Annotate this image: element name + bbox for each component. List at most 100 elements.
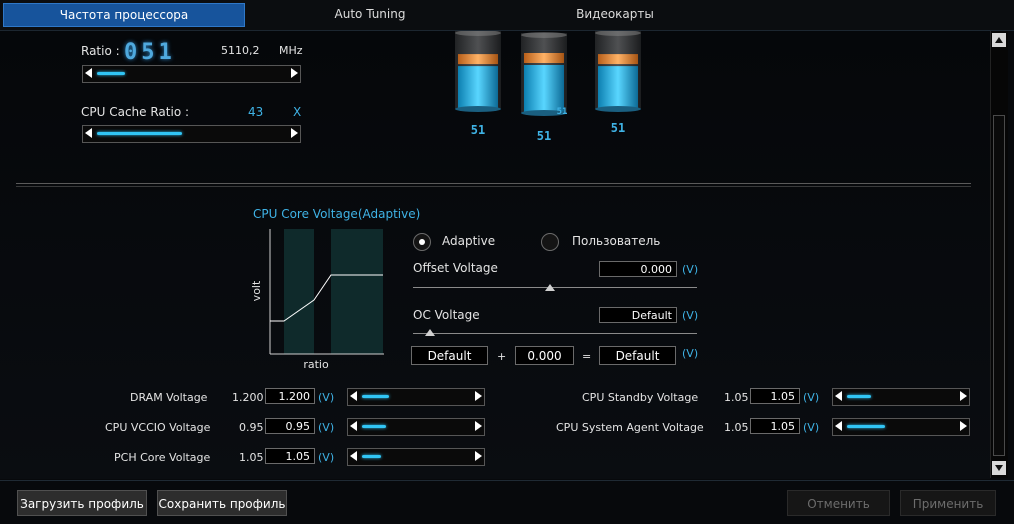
- bottom-bar: Загрузить профиль Сохранить профиль Отме…: [0, 480, 1014, 524]
- arrow-down-icon: [995, 465, 1003, 471]
- cpu-standby-voltage-slider[interactable]: [832, 388, 970, 406]
- cpu-standby-voltage-label: CPU Standby Voltage: [582, 391, 699, 404]
- oc-voltage-slider-thumb[interactable]: [425, 329, 435, 336]
- pch-core-voltage-input[interactable]: 1.05: [265, 448, 315, 464]
- cache-ratio-unit: X: [293, 105, 302, 119]
- pch-core-voltage-slider-level: [362, 455, 381, 458]
- core-cylinder-fill: [524, 65, 564, 113]
- cpu-system-agent-voltage-value: 1.05: [724, 421, 749, 434]
- cache-ratio-label: CPU Cache Ratio :: [81, 105, 190, 119]
- cancel-button[interactable]: Отменить: [787, 490, 890, 516]
- tab-cpu-frequency[interactable]: Частота процессора: [3, 3, 245, 27]
- arrow-left-icon[interactable]: [85, 68, 92, 78]
- arrow-left-icon[interactable]: [350, 391, 357, 401]
- cpu-standby-voltage-slider-level: [847, 395, 871, 398]
- cache-ratio-slider[interactable]: [82, 125, 301, 143]
- dram-voltage-slider[interactable]: [347, 388, 485, 406]
- arrow-left-icon[interactable]: [835, 391, 842, 401]
- cpu-system-agent-voltage-input[interactable]: 1.05: [750, 418, 800, 434]
- arrow-right-icon[interactable]: [291, 68, 298, 78]
- arrow-left-icon[interactable]: [350, 451, 357, 461]
- dram-voltage-slider-level: [362, 395, 389, 398]
- arrow-right-icon[interactable]: [291, 128, 298, 138]
- cache-ratio-slider-level: [97, 132, 182, 135]
- graph-y-axis-label: volt: [250, 280, 263, 301]
- scroll-up-button[interactable]: [992, 33, 1006, 47]
- arrow-right-icon[interactable]: [960, 421, 967, 431]
- cpu-vccio-voltage-slider-level: [362, 425, 386, 428]
- main-panel: Ratio : 051 5110,2 MHz CPU Cache Ratio :…: [0, 31, 990, 479]
- ratio-slider-level: [97, 72, 125, 75]
- cpu-standby-voltage-value: 1.05: [724, 391, 749, 404]
- oc-voltage-slider[interactable]: [413, 333, 697, 334]
- cpu-vccio-voltage-input[interactable]: 0.95: [265, 418, 315, 434]
- core-3-ratio-label: 51: [611, 121, 625, 135]
- pch-core-voltage-label: PCH Core Voltage: [114, 451, 211, 464]
- arrow-right-icon[interactable]: [475, 421, 482, 431]
- mode-user-label: Пользователь: [572, 234, 661, 248]
- core-cylinder-band: [524, 53, 564, 63]
- arrow-left-icon[interactable]: [835, 421, 842, 431]
- cpu-system-agent-voltage-unit: (V): [803, 421, 820, 434]
- core-ratio-graphic: 51 51 51 51: [455, 31, 641, 143]
- oc-voltage-unit: (V): [682, 309, 699, 322]
- cpu-vccio-voltage-unit: (V): [318, 421, 335, 434]
- core-1-ratio-label: 51: [471, 123, 485, 137]
- section-divider: [16, 183, 971, 184]
- voltage-mode-title: CPU Core Voltage(Adaptive): [253, 207, 421, 221]
- core-cylinder-base: [595, 106, 641, 112]
- offset-voltage-slider-thumb[interactable]: [545, 284, 555, 291]
- core-cylinder-1: [455, 31, 501, 112]
- cpu-standby-voltage-input[interactable]: 1.05: [750, 388, 800, 404]
- plus-sign: +: [497, 350, 507, 363]
- graph-x-axis-label: ratio: [303, 358, 329, 371]
- equals-sign: =: [582, 350, 592, 363]
- tab-bar: Частота процессора Auto Tuning Видеокарт…: [0, 0, 1014, 31]
- save-profile-button[interactable]: Сохранить профиль: [157, 490, 287, 516]
- radio-user-mode[interactable]: [541, 233, 559, 251]
- dram-voltage-label: DRAM Voltage: [130, 391, 208, 404]
- arrow-left-icon[interactable]: [85, 128, 92, 138]
- cache-ratio-value: 43: [248, 105, 264, 119]
- tab-auto-tuning[interactable]: Auto Tuning: [300, 3, 440, 25]
- core-2-ratio-label: 51: [537, 129, 551, 143]
- voltage-sum-base: Default: [411, 346, 488, 365]
- cpu-vccio-voltage-slider[interactable]: [347, 418, 485, 436]
- pch-core-voltage-slider[interactable]: [347, 448, 485, 466]
- core-cylinder-2: [521, 32, 567, 116]
- arrow-right-icon[interactable]: [960, 391, 967, 401]
- core-cylinder-top: [521, 32, 567, 38]
- arrow-up-icon: [995, 37, 1003, 43]
- scroll-down-button[interactable]: [992, 461, 1006, 475]
- arrow-left-icon[interactable]: [350, 421, 357, 431]
- radio-selected-dot: [419, 239, 425, 245]
- ratio-slider[interactable]: [82, 65, 301, 83]
- vertical-scrollbar[interactable]: [990, 31, 1008, 478]
- offset-voltage-input[interactable]: 0.000: [599, 261, 677, 277]
- apply-button[interactable]: Применить: [900, 490, 996, 516]
- ratio-frequency-unit: MHz: [279, 44, 303, 57]
- oc-voltage-input[interactable]: Default: [599, 307, 677, 323]
- core-cylinder-3: [595, 31, 641, 112]
- load-profile-button[interactable]: Загрузить профиль: [17, 490, 147, 516]
- cpu-system-agent-voltage-slider-level: [847, 425, 885, 428]
- core-cylinder-fill: [598, 66, 638, 109]
- dram-voltage-value: 1.200: [232, 391, 264, 404]
- tab-graphics-cards[interactable]: Видеокарты: [540, 3, 690, 25]
- offset-voltage-slider[interactable]: [413, 287, 697, 288]
- ratio-frequency: 5110,2: [221, 44, 260, 57]
- arrow-right-icon[interactable]: [475, 391, 482, 401]
- cpu-system-agent-voltage-slider[interactable]: [832, 418, 970, 436]
- core-cylinder-band: [458, 54, 498, 65]
- ratio-digits: 051: [124, 40, 176, 65]
- ratio-label: Ratio :: [81, 44, 120, 58]
- cpu-standby-voltage-unit: (V): [803, 391, 820, 404]
- oc-voltage-label: OC Voltage: [413, 308, 480, 322]
- dram-voltage-input[interactable]: 1.200: [265, 388, 315, 404]
- radio-adaptive[interactable]: [413, 233, 431, 251]
- arrow-right-icon[interactable]: [475, 451, 482, 461]
- scrollbar-thumb[interactable]: [993, 115, 1005, 456]
- mode-adaptive-label: Adaptive: [442, 234, 496, 248]
- pch-core-voltage-unit: (V): [318, 451, 335, 464]
- cpu-vccio-voltage-label: CPU VCCIO Voltage: [105, 421, 211, 434]
